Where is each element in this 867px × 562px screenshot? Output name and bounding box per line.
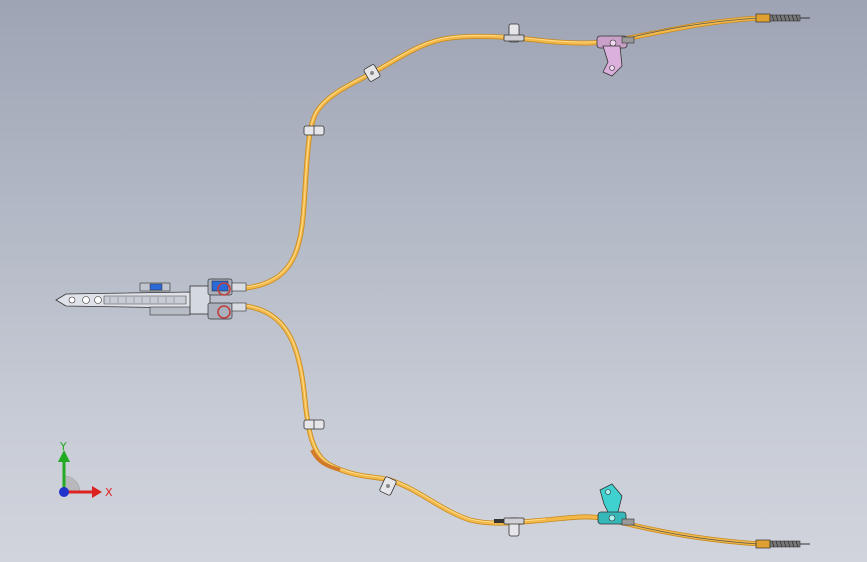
x-axis-arrow [92, 486, 102, 498]
handbrake-lever-assembly[interactable] [55, 278, 247, 320]
z-axis-dot [59, 487, 69, 497]
lower-cable-end-fitting[interactable] [755, 539, 810, 549]
cad-viewport[interactable]: Y X [0, 0, 867, 562]
upper-cable-clip-2[interactable] [363, 64, 381, 82]
x-axis-label: X [105, 486, 113, 499]
parking-brake-cable-assembly[interactable] [0, 0, 867, 562]
lower-cable-clip-1[interactable] [303, 419, 325, 430]
lower-cable-clip-3[interactable] [494, 517, 525, 537]
upper-cable-end-fitting[interactable] [755, 13, 810, 23]
upper-cable-clip-1[interactable] [303, 125, 325, 136]
y-axis-label: Y [59, 440, 67, 453]
coordinate-triad: Y X [58, 440, 113, 499]
upper-cable-clip-3[interactable] [503, 23, 525, 43]
lower-caliper-bracket[interactable] [597, 483, 635, 526]
upper-cable[interactable] [242, 15, 773, 291]
upper-caliper-bracket[interactable] [596, 35, 635, 77]
